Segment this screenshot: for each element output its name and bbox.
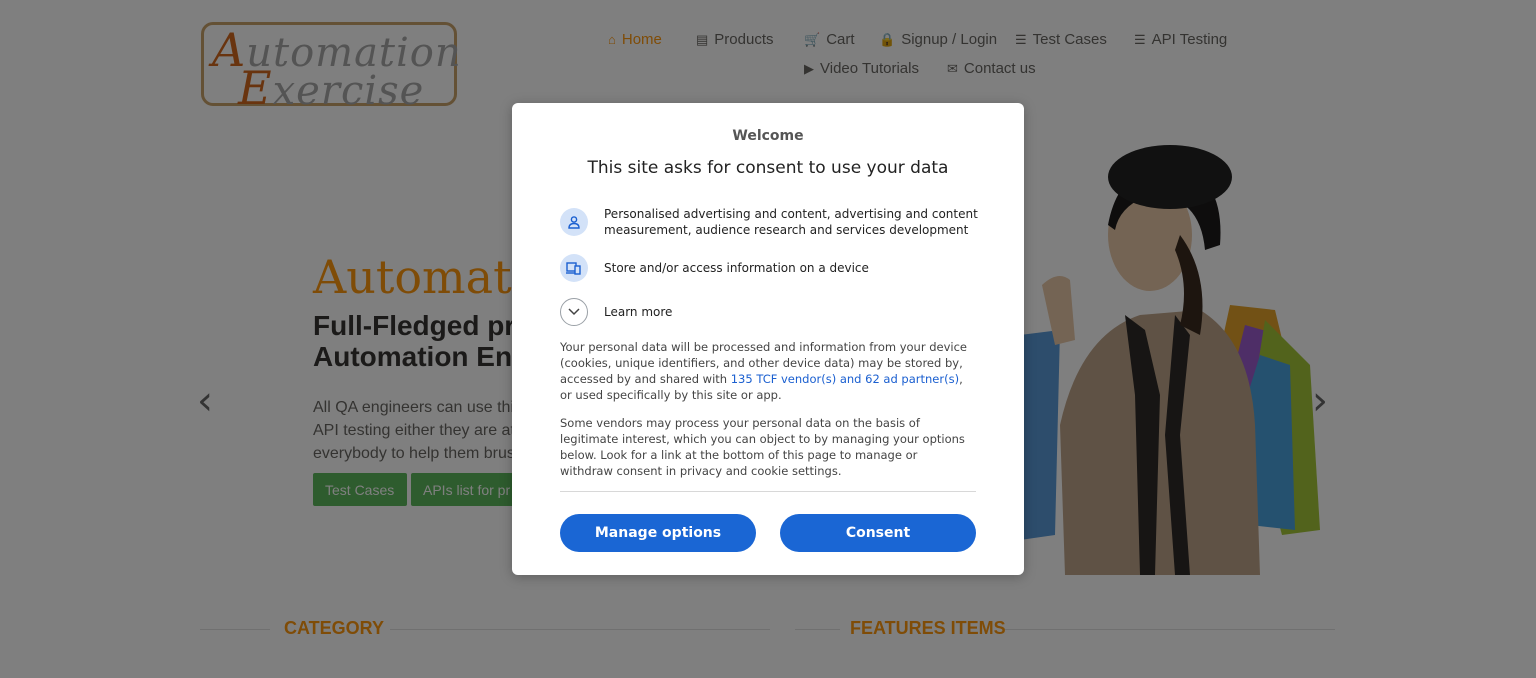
- dialog-heading: This site asks for consent to use your d…: [587, 158, 949, 178]
- purpose-text: Store and/or access information on a dev…: [604, 261, 869, 275]
- dialog-paragraph-1: Your personal data will be processed and…: [560, 340, 968, 402]
- purpose-store-access: Store and/or access information on a dev…: [560, 254, 980, 282]
- dialog-paragraph-2: Some vendors may process your personal d…: [560, 416, 965, 478]
- learn-more-label: Learn more: [604, 305, 673, 319]
- learn-more-toggle[interactable]: Learn more: [560, 298, 980, 326]
- dialog-welcome: Welcome: [732, 128, 804, 144]
- consent-dialog: Welcome This site asks for consent to us…: [512, 103, 1024, 575]
- page: Automation Exercise ⌂Home ▤Products 🛒Car…: [0, 0, 1536, 678]
- purpose-personalised-ads: Personalised advertising and content, ad…: [560, 206, 980, 238]
- vendors-link[interactable]: 135 TCF vendor(s) and 62 ad partner(s): [731, 372, 959, 386]
- consent-button[interactable]: Consent: [780, 514, 976, 552]
- manage-options-button[interactable]: Manage options: [560, 514, 756, 552]
- dialog-divider: [560, 491, 976, 492]
- chevron-down-icon: [560, 298, 588, 326]
- devices-icon: [560, 254, 588, 282]
- person-icon: [560, 208, 588, 236]
- purpose-text: Personalised advertising and content, ad…: [604, 207, 978, 237]
